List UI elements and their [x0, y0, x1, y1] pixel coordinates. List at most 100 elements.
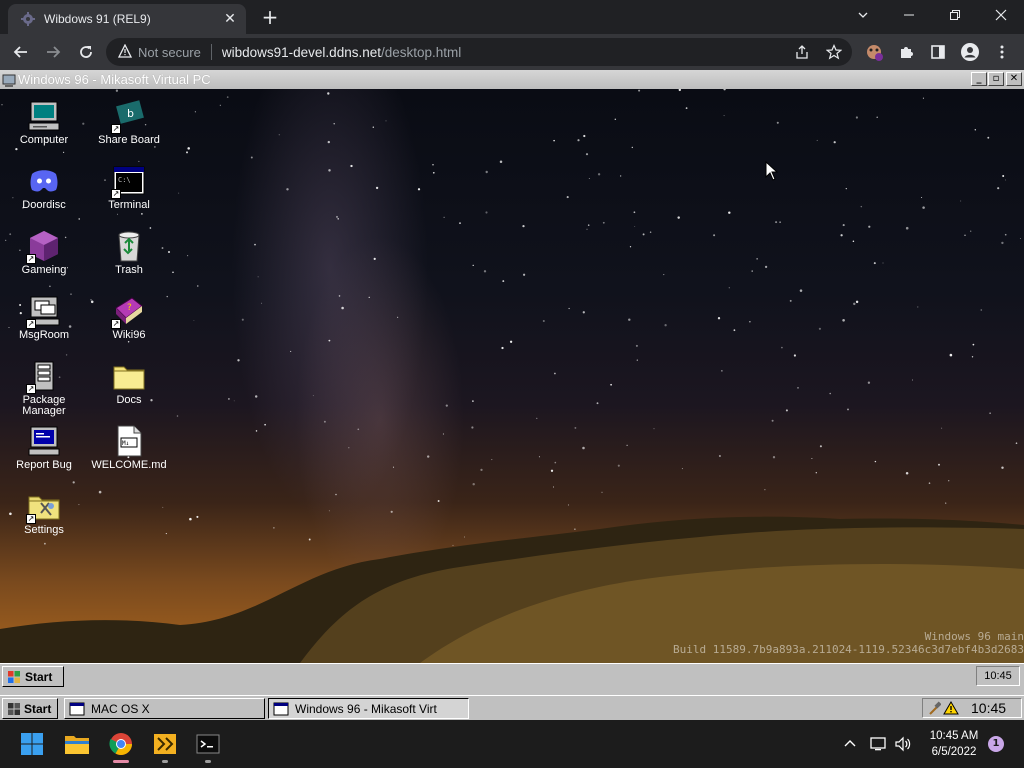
mouse-cursor-icon: [765, 161, 779, 181]
sidepanel-icon[interactable]: [926, 40, 950, 64]
desktop-icon-wiki96[interactable]: ? ↗ Wiki96: [89, 294, 169, 341]
extension-avatar-icon[interactable]: [862, 40, 886, 64]
shortcut-arrow-icon: ↗: [26, 254, 36, 264]
chevron-up-icon[interactable]: [835, 728, 865, 760]
desktop-icon-label: Computer: [19, 134, 69, 146]
reload-icon[interactable]: [73, 39, 99, 65]
minimize-window-button[interactable]: [886, 0, 932, 30]
svg-text:b: b: [127, 107, 134, 120]
shortcut-arrow-icon: ↗: [111, 124, 121, 134]
tab-close-icon[interactable]: ✕: [222, 11, 238, 27]
running-app-indicator: [205, 760, 211, 763]
omnibox-separator: [210, 44, 212, 60]
svg-text:?: ?: [127, 303, 132, 313]
taskbar-item-label: MAC OS X: [91, 701, 150, 716]
desktop-icon-label: MsgRoom: [18, 329, 70, 341]
desktop-icon-computer[interactable]: Computer: [4, 99, 84, 146]
desktop-icon-package-manager[interactable]: ↗ Package Manager: [4, 359, 84, 417]
desktop-icon-label: Wiki96: [112, 329, 146, 341]
terminal-app-icon[interactable]: [192, 728, 224, 763]
desktop-icon-label: Report Bug: [16, 459, 72, 471]
desktop-icon-trash[interactable]: Trash: [89, 229, 169, 276]
build-info: Windows 96 main Build 11589.7b9a893a.211…: [673, 630, 1024, 656]
host-tray: 10:45: [922, 698, 1022, 718]
clock-time: 10:45 AM: [929, 730, 979, 742]
puzzle-icon[interactable]: [894, 40, 918, 64]
taskbar-item-windows-96[interactable]: Windows 96 - Mikasoft Virt: [268, 698, 469, 719]
desktop-icon-msgroom[interactable]: ↗ MsgRoom: [4, 294, 84, 341]
desktop-icon-docs[interactable]: Docs: [89, 359, 169, 406]
taskbar-item-label: Windows 96 - Mikasoft Virt: [295, 701, 437, 716]
new-tab-button[interactable]: +: [258, 6, 282, 30]
gear-favicon-icon: [20, 11, 36, 27]
shortcut-arrow-icon: ↗: [26, 514, 36, 524]
file-explorer-icon[interactable]: [61, 728, 93, 760]
vm-taskbar: Start 10:45: [0, 663, 1024, 688]
notification-badge[interactable]: 1: [988, 736, 1004, 752]
browser-toolbar: Not secure wibdows91-devel.ddns.net/desk…: [0, 34, 1024, 70]
svg-text:M↓: M↓: [122, 440, 129, 447]
share-board-icon: b ↗: [111, 99, 146, 134]
message-room-icon: ↗: [26, 294, 61, 329]
windows-taskbar: 10:45 AM 6/5/2022 1: [0, 720, 1024, 768]
desktop-icon-label: Doordisc: [22, 199, 66, 211]
back-arrow-icon[interactable]: [8, 39, 34, 65]
tools-icon[interactable]: [929, 701, 941, 715]
close-window-button[interactable]: [978, 0, 1024, 30]
restore-window-button[interactable]: [932, 0, 978, 30]
discord-icon: [27, 164, 61, 198]
windows-start-icon[interactable]: [16, 728, 48, 760]
desktop-icon-share-board[interactable]: b ↗ Share Board: [89, 99, 169, 146]
star-icon[interactable]: [822, 40, 846, 64]
chrome-icon[interactable]: [105, 728, 137, 763]
system-clock[interactable]: 10:45 AM 6/5/2022: [918, 728, 990, 760]
wibdows-app-icon[interactable]: [149, 728, 181, 763]
vm-start-label: Start: [25, 669, 53, 684]
address-bar[interactable]: Not secure wibdows91-devel.ddns.net/desk…: [106, 38, 852, 66]
desktop-icon-welcome-md[interactable]: M↓ WELCOME.md: [89, 424, 169, 471]
browser-tab[interactable]: Wibdows 91 (REL9) ✕: [8, 4, 246, 34]
svg-text:C:\: C:\: [118, 176, 131, 184]
volume-icon[interactable]: [888, 728, 918, 760]
host-taskbar: Start MAC OS X Windows 96 - Mikasoft Vir…: [0, 695, 1024, 720]
forward-arrow-icon[interactable]: [40, 39, 66, 65]
desktop-icon-label: Trash: [115, 264, 143, 276]
shortcut-arrow-icon: ↗: [26, 319, 36, 329]
folder-icon: [112, 359, 146, 393]
tab-search-chevron-icon[interactable]: [840, 0, 886, 30]
vm-maximize-button[interactable]: ▫: [988, 72, 1004, 86]
shortcut-arrow-icon: ↗: [26, 384, 36, 394]
desktop-icon-label: Docs: [116, 394, 142, 406]
desktop-icon-gameing[interactable]: ↗ Gameing: [4, 229, 84, 276]
clock-date: 6/5/2022: [931, 746, 977, 758]
build-info-line2: Build 11589.7b9a893a.211024-1119.52346c3…: [673, 643, 1024, 656]
host-start-button[interactable]: Start: [2, 698, 58, 719]
windows-logo-icon: [7, 670, 21, 684]
warning-triangle-icon[interactable]: [117, 43, 133, 62]
vm-tray-clock[interactable]: 10:45: [976, 666, 1020, 686]
taskbar-item-mac-os-x[interactable]: MAC OS X: [64, 698, 265, 719]
warning-icon[interactable]: [943, 701, 959, 715]
active-app-indicator: [113, 760, 129, 763]
not-secure-label[interactable]: Not secure: [138, 45, 201, 60]
desktop-icon-label: WELCOME.md: [91, 459, 167, 471]
vm-close-button[interactable]: ✕: [1006, 72, 1022, 86]
host-tray-clock[interactable]: 10:45: [971, 700, 1006, 716]
kebab-menu-icon[interactable]: [990, 40, 1014, 64]
share-icon[interactable]: [790, 40, 814, 64]
desktop-icon-settings[interactable]: ↗ Settings: [4, 489, 84, 536]
app-window-icon: [69, 702, 85, 716]
desktop-icon-label: Settings: [24, 524, 64, 536]
vm-start-button[interactable]: Start: [2, 666, 64, 687]
terminal-icon: C:\ ↗: [111, 164, 146, 199]
desktop-icon-report-bug[interactable]: Report Bug: [4, 424, 84, 471]
browser-tabstrip: Wibdows 91 (REL9) ✕ +: [0, 0, 1024, 34]
app-window-icon: [273, 702, 289, 716]
vm-minimize-button[interactable]: _: [971, 72, 987, 86]
vm-desktop[interactable]: Computer b ↗ Share Board Doordisc C:\ ↗ …: [0, 89, 1024, 663]
desktop-icon-terminal[interactable]: C:\ ↗ Terminal: [89, 164, 169, 211]
profile-icon[interactable]: [958, 40, 982, 64]
virtual-pc-icon: [2, 73, 16, 87]
desktop-icon-doordisc[interactable]: Doordisc: [4, 164, 84, 211]
vm-window-titlebar[interactable]: Windows 96 - Mikasoft Virtual PC _ ▫ ✕: [0, 70, 1024, 89]
